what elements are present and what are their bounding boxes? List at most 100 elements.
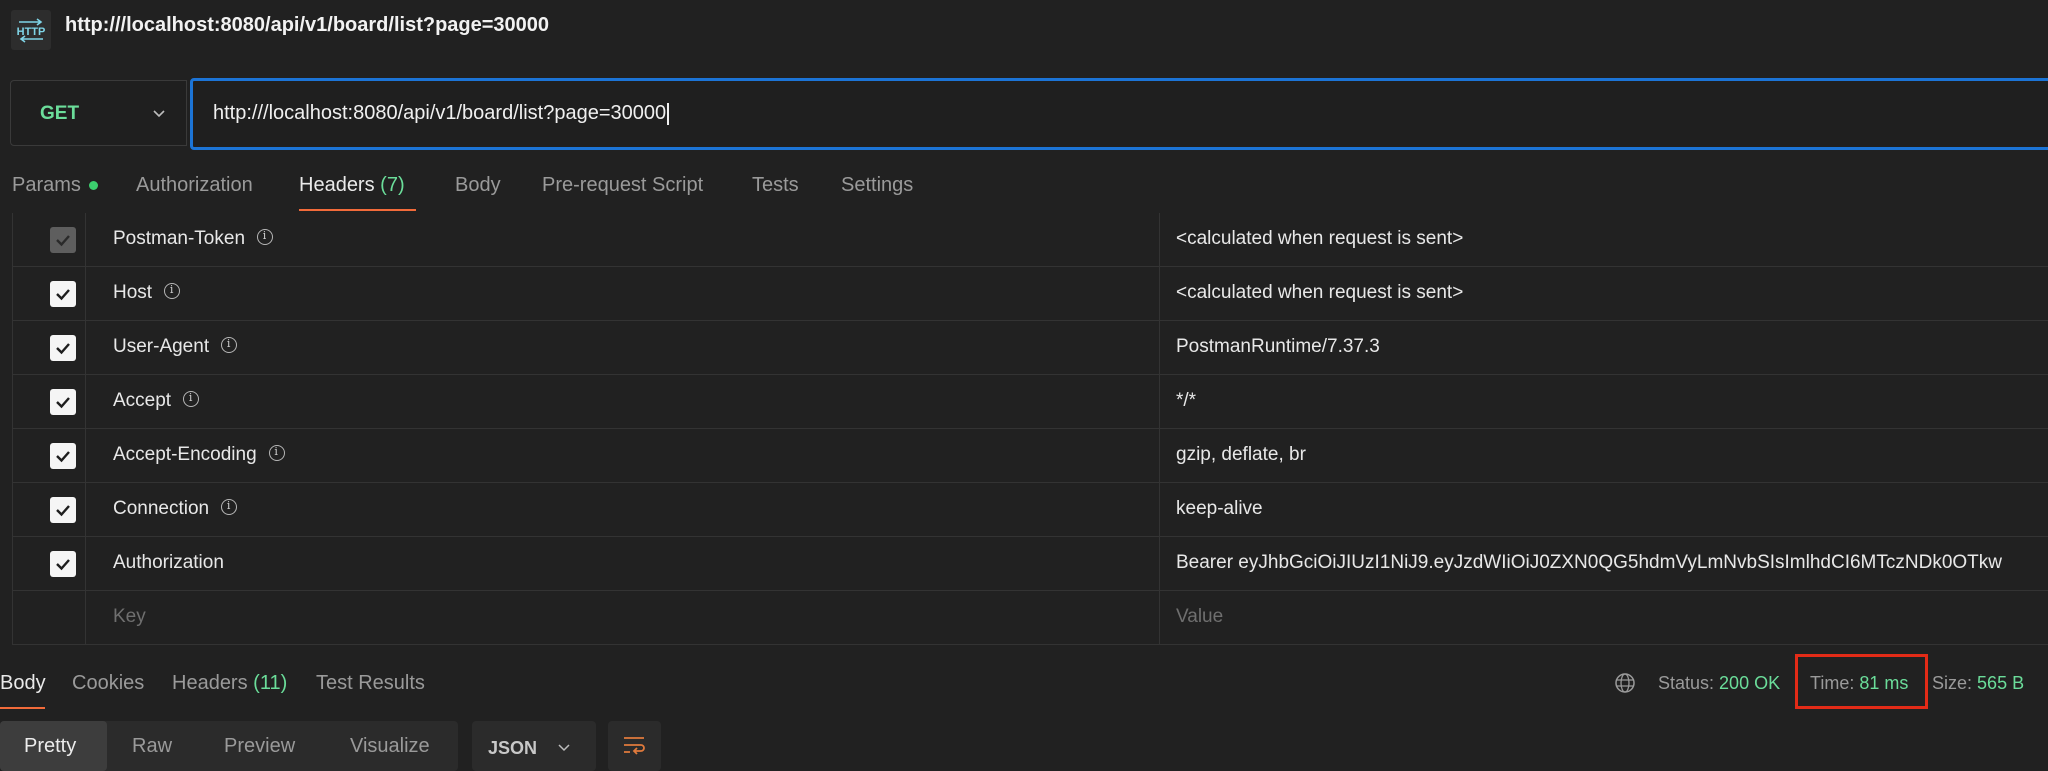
row-checkbox[interactable] [50, 497, 76, 523]
tab-params[interactable]: Params [12, 174, 98, 197]
row-checkbox-cell [12, 375, 86, 429]
header-value-cell[interactable]: <calculated when request is sent> [1160, 213, 2048, 267]
info-icon[interactable] [221, 499, 238, 515]
text-caret [667, 102, 670, 125]
info-icon[interactable] [183, 391, 200, 407]
response-tab-test-results[interactable]: Test Results [316, 672, 425, 695]
row-checkbox [50, 227, 76, 253]
header-key-cell[interactable]: Host [86, 267, 1160, 321]
view-mode-preview[interactable]: Preview [224, 735, 295, 758]
chevron-down-icon [558, 744, 570, 752]
row-checkbox[interactable] [50, 551, 76, 577]
header-key: User-Agent [113, 336, 210, 357]
row-checkbox-cell [12, 483, 86, 537]
tab-headers-label: Headers [299, 174, 375, 196]
check-icon [56, 235, 70, 247]
table-row: Connection keep-alive [12, 483, 2048, 537]
chevron-down-icon [153, 110, 165, 118]
header-key-cell[interactable]: Accept-Encoding [86, 429, 1160, 483]
row-checkbox[interactable] [50, 281, 76, 307]
table-row: Accept-Encoding gzip, deflate, br [12, 429, 2048, 483]
active-response-tab-indicator [0, 707, 45, 709]
info-icon[interactable] [257, 229, 274, 245]
header-key-cell[interactable]: Accept [86, 375, 1160, 429]
status-value: 200 OK [1719, 673, 1781, 693]
header-key-cell[interactable]: Postman-Token [86, 213, 1160, 267]
view-mode-visualize[interactable]: Visualize [350, 735, 430, 758]
header-key: Postman-Token [113, 228, 246, 249]
response-tab-headers[interactable]: Headers (11) [172, 672, 287, 695]
row-checkbox[interactable] [50, 443, 76, 469]
info-icon[interactable] [221, 337, 238, 353]
tab-headers-count: (7) [380, 174, 405, 196]
header-key-input[interactable]: Key [86, 591, 1160, 645]
check-icon [56, 343, 70, 355]
check-icon [56, 289, 70, 301]
header-value: <calculated when request is sent> [1176, 228, 1464, 249]
method-dropdown[interactable]: GET [10, 80, 187, 146]
tab-authorization[interactable]: Authorization [136, 174, 253, 197]
response-tab-headers-count: (11) [253, 672, 288, 694]
row-checkbox-cell [12, 591, 86, 645]
table-row: Postman-Token <calculated when request i… [12, 213, 2048, 267]
header-key-cell[interactable]: Connection [86, 483, 1160, 537]
tab-pre-request-script[interactable]: Pre-request Script [542, 174, 703, 197]
view-mode-raw[interactable]: Raw [132, 735, 172, 758]
svg-text:HTTP: HTTP [17, 26, 46, 38]
header-key: Authorization [113, 552, 224, 573]
tab-tests[interactable]: Tests [752, 174, 799, 197]
size-label: Size: [1932, 673, 1973, 693]
tab-settings[interactable]: Settings [841, 174, 913, 197]
header-value-cell[interactable]: keep-alive [1160, 483, 2048, 537]
url-input[interactable]: http:///localhost:8080/api/v1/board/list… [190, 78, 2048, 150]
row-checkbox-cell [12, 213, 86, 267]
response-tab-body[interactable]: Body [0, 672, 46, 695]
url-text-wrap: http:///localhost:8080/api/v1/board/list… [213, 102, 670, 125]
check-icon [56, 451, 70, 463]
globe-icon[interactable] [1614, 672, 1636, 694]
params-indicator-dot [88, 181, 98, 191]
url-text: http:///localhost:8080/api/v1/board/list… [213, 102, 667, 124]
format-label: JSON [488, 738, 538, 758]
size-readout[interactable]: Size: 565 B [1932, 673, 2024, 694]
info-icon[interactable] [164, 283, 181, 299]
response-tab-cookies[interactable]: Cookies [72, 672, 144, 695]
size-value: 565 B [1977, 673, 2025, 693]
row-checkbox[interactable] [50, 389, 76, 415]
row-checkbox[interactable] [50, 335, 76, 361]
active-tab-indicator [299, 209, 416, 211]
header-value-cell[interactable]: gzip, deflate, br [1160, 429, 2048, 483]
header-value: */* [1176, 390, 1197, 411]
row-checkbox-cell [12, 429, 86, 483]
table-row: Host <calculated when request is sent> [12, 267, 2048, 321]
header-value-cell[interactable]: PostmanRuntime/7.37.3 [1160, 321, 2048, 375]
status-readout[interactable]: Status: 200 OK [1658, 673, 1780, 694]
header-value-cell[interactable]: */* [1160, 375, 2048, 429]
view-mode-pretty[interactable]: Pretty [24, 735, 76, 758]
header-value: <calculated when request is sent> [1176, 282, 1464, 303]
tab-headers[interactable]: Headers (7) [299, 174, 405, 197]
key-placeholder: Key [113, 606, 146, 627]
header-key-cell[interactable]: Authorization [86, 537, 1160, 591]
method-label: GET [40, 103, 80, 124]
header-value-cell[interactable]: Bearer eyJhbGciOiJIUzI1NiJ9.eyJzdWIiOiJ0… [1160, 537, 2048, 591]
header-value-cell[interactable]: <calculated when request is sent> [1160, 267, 2048, 321]
header-key: Connection [113, 498, 210, 519]
header-key: Accept [113, 390, 172, 411]
value-placeholder: Value [1176, 606, 1224, 627]
tab-body[interactable]: Body [455, 174, 501, 197]
table-row: User-Agent PostmanRuntime/7.37.3 [12, 321, 2048, 375]
header-key-cell[interactable]: User-Agent [86, 321, 1160, 375]
status-label: Status: [1658, 673, 1715, 693]
header-value-input[interactable]: Value [1160, 591, 2048, 645]
request-title[interactable]: http:///localhost:8080/api/v1/board/list… [65, 14, 549, 37]
row-checkbox-cell [12, 537, 86, 591]
wrap-lines-button[interactable] [608, 721, 661, 771]
table-row: Authorization Bearer eyJhbGciOiJIUzI1NiJ… [12, 537, 2048, 591]
row-checkbox-cell [12, 321, 86, 375]
check-icon [56, 397, 70, 409]
http-request-icon: HTTP [11, 10, 51, 50]
header-value: PostmanRuntime/7.37.3 [1176, 336, 1380, 357]
info-icon[interactable] [268, 445, 285, 461]
tab-params-label: Params [12, 174, 81, 196]
